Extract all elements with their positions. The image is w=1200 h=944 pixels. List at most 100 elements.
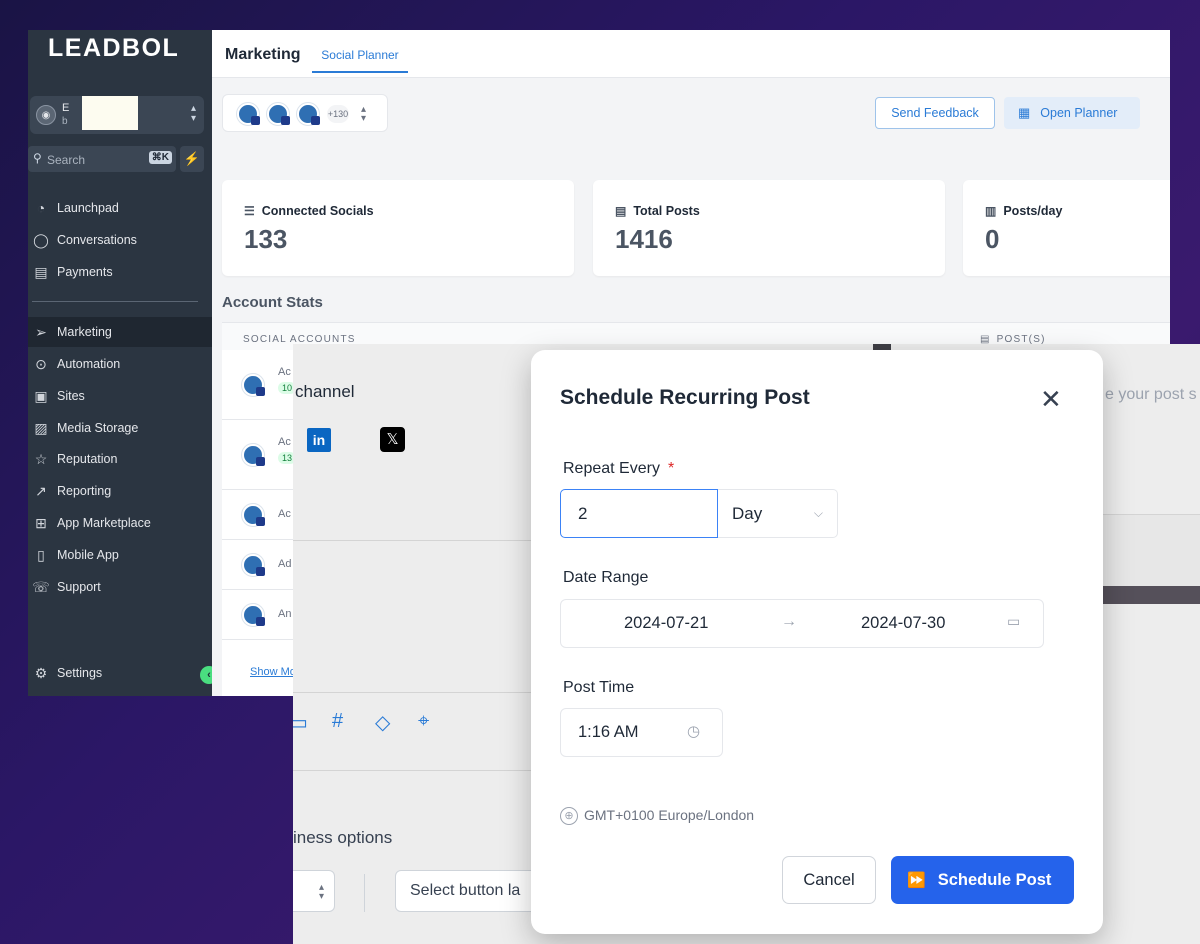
stat-label: ☰ Connected Socials <box>244 204 374 218</box>
divider <box>364 874 365 912</box>
sidebar-item-label: Marketing <box>57 325 112 339</box>
send-feedback-button[interactable]: Send Feedback <box>875 97 995 129</box>
schedule-post-button[interactable]: ⏩ Schedule Post <box>891 856 1074 904</box>
calendar-icon: ▦ <box>1018 105 1031 120</box>
sidebar-item-mobile-app[interactable]: ▯ Mobile App <box>28 540 212 570</box>
sidebar-item-conversations[interactable]: ◯ Conversations <box>28 225 212 255</box>
account-avatar-icon: ◉ <box>36 105 56 125</box>
launchpad-icon: ◔ <box>36 200 46 216</box>
cancel-button[interactable]: Cancel <box>782 856 876 904</box>
account-name: Ac <box>278 366 291 378</box>
sidebar-item-reputation[interactable]: ☆ Reputation <box>28 444 212 474</box>
table-row[interactable]: Ac 13 <box>222 420 297 490</box>
star-icon: ☆ <box>34 450 48 467</box>
search-shortcut: ⌘K <box>148 151 172 164</box>
schedule-post-label: Schedule Post <box>937 871 1052 889</box>
repeat-unit-select[interactable]: Day ⌵ <box>718 489 838 538</box>
stat-value: 133 <box>244 224 288 254</box>
date-range-label: Date Range <box>563 569 649 586</box>
chevron-up-down-icon: ▴ ▾ <box>361 104 367 124</box>
end-date[interactable]: 2024-07-30 <box>861 614 945 633</box>
sidebar-item-settings[interactable]: ⚙ Settings <box>28 658 212 688</box>
top-bar: Marketing Social Planner <box>212 30 1170 78</box>
account-more-count: +130 <box>327 105 349 123</box>
channel-label: channel <box>295 382 355 401</box>
tab-social-planner[interactable]: Social Planner <box>312 48 408 73</box>
preview-bar <box>1103 586 1200 604</box>
sidebar-item-app-marketplace[interactable]: ⊞ App Marketplace <box>28 508 212 538</box>
video-icon[interactable]: ▭ <box>293 710 308 735</box>
account-switcher[interactable]: ◉ E best ▴▾ <box>30 96 204 134</box>
business-option-select[interactable]: ▴ ▾ <box>293 870 335 912</box>
trend-icon: ↗ <box>35 482 47 499</box>
account-avatar <box>267 103 290 125</box>
search-input[interactable]: ⚲ Search ⌘K <box>28 146 176 172</box>
chevron-up-down-icon: ▴ ▾ <box>190 103 196 124</box>
sidebar: LEADBOL ◉ E best ▴▾ ⚲ Search ⌘K ⚡ ◔ Laun… <box>28 30 218 696</box>
show-more-link[interactable]: Show Mo <box>250 666 296 678</box>
sidebar-item-launchpad[interactable]: ◔ Launchpad <box>28 193 212 223</box>
schedule-recurring-post-modal: Schedule Recurring Post ✕ Repeat Every * … <box>531 350 1103 934</box>
table-row[interactable]: Ac 10 <box>222 350 297 420</box>
date-range-picker[interactable]: 2024-07-21 → 2024-07-30 ▭ <box>560 599 1044 648</box>
account-selector[interactable]: +130 ▴ ▾ <box>222 94 388 132</box>
payments-icon: ▤ <box>34 263 48 280</box>
account-stats-table: Ac 10 Ac 13 Ac Ad An <box>222 350 297 696</box>
stat-label: ▤ Total Posts <box>615 204 700 218</box>
sidebar-item-label: Media Storage <box>57 421 139 435</box>
repeat-interval-input[interactable]: 2 <box>560 489 718 538</box>
account-name: Ad <box>278 558 292 570</box>
sidebar-item-label: Support <box>57 580 101 594</box>
phone-icon: ▯ <box>37 546 45 563</box>
open-planner-button[interactable]: ▦ Open Planner <box>1004 97 1140 129</box>
account-avatar <box>297 103 320 125</box>
stat-card-posts-per-day: ▥ Posts/day 0 <box>963 180 1170 276</box>
send-icon: ➢ <box>35 323 47 340</box>
sidebar-item-payments[interactable]: ▤ Payments <box>28 257 212 287</box>
account-avatar <box>242 374 265 396</box>
open-planner-label: Open Planner <box>1040 106 1118 120</box>
sidebar-item-sites[interactable]: ▣ Sites <box>28 381 212 411</box>
x-twitter-icon[interactable]: 𝕏 <box>380 427 405 452</box>
stat-value: 0 <box>985 224 1000 254</box>
sidebar-item-media-storage[interactable]: ▨ Media Storage <box>28 413 212 443</box>
hashtag-icon[interactable]: # <box>332 710 343 733</box>
sidebar-item-label: Sites <box>57 389 85 403</box>
timezone-label: GMT+0100 Europe/London <box>584 807 755 823</box>
close-icon[interactable]: ✕ <box>1040 386 1062 412</box>
globe-icon: ⊕ <box>560 807 578 826</box>
sidebar-item-marketing[interactable]: ➢ Marketing <box>28 317 212 347</box>
stat-card-connected-socials: ☰ Connected Socials 133 <box>222 180 574 276</box>
search-icon: ⚲ <box>33 151 42 165</box>
start-date[interactable]: 2024-07-21 <box>624 614 708 633</box>
table-row[interactable]: Ac <box>222 490 294 540</box>
sidebar-item-label: Reputation <box>57 452 118 466</box>
sidebar-item-label: Conversations <box>57 233 137 247</box>
table-row[interactable]: An <box>222 590 294 640</box>
stat-value: 1416 <box>615 224 673 254</box>
account-name: An <box>278 608 292 620</box>
sidebar-item-label: Automation <box>57 357 121 371</box>
account-avatar <box>237 103 260 125</box>
sidebar-item-label: Payments <box>57 265 113 279</box>
sidebar-item-label: Launchpad <box>57 201 119 215</box>
location-pin-icon[interactable]: ⌖ <box>418 710 429 733</box>
fast-forward-icon: ⏩ <box>907 872 926 889</box>
chat-icon: ◯ <box>33 231 49 248</box>
chevron-up-down-icon: ▴ ▾ <box>318 882 324 902</box>
image-icon: ▨ <box>34 419 48 436</box>
sidebar-item-support[interactable]: ☏ Support <box>28 572 212 602</box>
sidebar-item-reporting[interactable]: ↗ Reporting <box>28 476 212 506</box>
database-icon: ☰ <box>244 204 255 218</box>
preview-box <box>1103 514 1200 586</box>
divider <box>293 692 533 693</box>
table-row[interactable]: Ad <box>222 540 294 590</box>
timezone-info: ⊕ GMT+0100 Europe/London <box>560 807 755 826</box>
sidebar-item-automation[interactable]: ⊙ Automation <box>28 349 212 379</box>
tag-icon[interactable]: ◇ <box>375 710 390 735</box>
linkedin-icon[interactable]: in <box>307 428 331 452</box>
stat-card-total-posts: ▤ Total Posts 1416 <box>593 180 945 276</box>
post-time-picker[interactable]: 1:16 AM ◷ <box>560 708 723 757</box>
quick-action-bolt-icon[interactable]: ⚡ <box>180 146 204 172</box>
account-stats-title: Account Stats <box>222 294 323 311</box>
